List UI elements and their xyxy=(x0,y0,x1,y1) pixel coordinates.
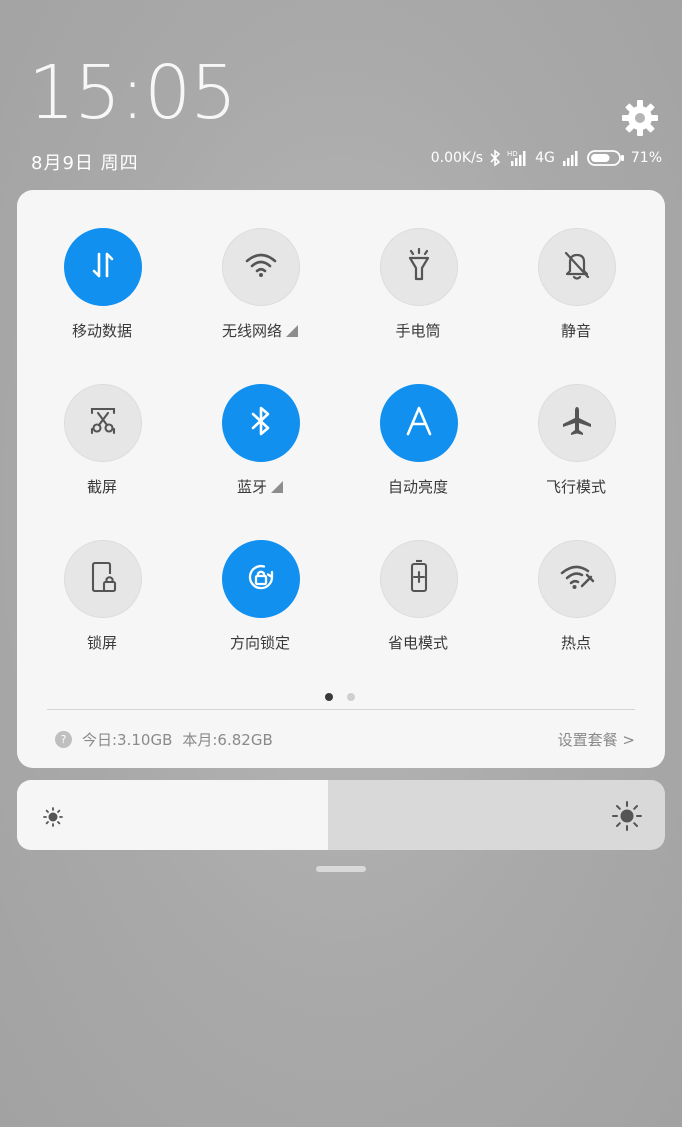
battery-icon xyxy=(586,149,625,167)
bluetooth-icon xyxy=(489,149,501,167)
battery-saver-icon xyxy=(407,559,431,599)
drag-handle[interactable] xyxy=(316,866,366,872)
flashlight-icon xyxy=(404,247,434,286)
toggle-lock-screen-label: 锁屏 xyxy=(86,634,117,652)
toggle-screenshot-circle[interactable] xyxy=(64,384,142,462)
rotation-lock-icon xyxy=(244,560,278,598)
toggle-bluetooth[interactable]: 蓝牙 xyxy=(181,384,339,514)
bell-off-icon xyxy=(562,249,592,285)
airplane-icon xyxy=(561,405,593,441)
page-dot-1[interactable] xyxy=(325,693,333,701)
status-bar: 0.00K/s HD 4G 71% xyxy=(431,148,662,168)
4g-signal-icon xyxy=(561,149,581,167)
toggle-hotspot[interactable]: 热点 xyxy=(497,540,655,670)
toggle-rotation-lock-circle[interactable] xyxy=(222,540,300,618)
toggle-auto-brightness-circle[interactable] xyxy=(380,384,458,462)
hotspot-icon xyxy=(559,562,595,596)
battery-percent: 71% xyxy=(630,150,662,166)
toggle-rotation-lock[interactable]: 方向锁定 xyxy=(181,540,339,670)
hd-signal-icon: HD xyxy=(507,149,529,167)
toggle-mute-label: 静音 xyxy=(560,322,591,340)
phone-lock-icon xyxy=(88,560,118,598)
toggle-lock-screen[interactable]: 锁屏 xyxy=(23,540,181,670)
toggle-airplane-circle[interactable] xyxy=(538,384,616,462)
toggle-screenshot-label: 截屏 xyxy=(86,478,117,496)
net-speed: 0.00K/s xyxy=(430,150,484,166)
clock-time: 15:05 xyxy=(28,50,237,136)
gear-icon[interactable] xyxy=(619,97,661,139)
help-icon[interactable]: ? xyxy=(55,731,72,748)
toggle-mute-circle[interactable] xyxy=(538,228,616,306)
toggle-wifi-label: 无线网络 xyxy=(181,320,339,341)
brightness-low-icon xyxy=(41,805,65,833)
bluetooth-menu-indicator xyxy=(271,481,283,493)
toggle-mobile-data-circle[interactable] xyxy=(64,228,142,306)
toggle-battery-saver[interactable]: 省电模式 xyxy=(339,540,497,670)
toggle-airplane-label: 飞行模式 xyxy=(545,478,606,496)
toggle-hotspot-circle[interactable] xyxy=(538,540,616,618)
brightness-slider[interactable] xyxy=(17,780,665,850)
toggle-flashlight[interactable]: 手电筒 xyxy=(339,228,497,358)
toggle-bluetooth-label: 蓝牙 xyxy=(181,476,339,497)
toggle-auto-brightness[interactable]: 自动亮度 xyxy=(339,384,497,514)
page-indicator[interactable] xyxy=(325,693,355,701)
toggle-wifi[interactable]: 无线网络 xyxy=(181,228,339,358)
usage-today: 今日:3.10GB xyxy=(82,731,173,749)
toggle-mute[interactable]: 静音 xyxy=(497,228,655,358)
toggle-battery-saver-circle[interactable] xyxy=(380,540,458,618)
data-usage: ? 今日:3.10GB 本月:6.82GB xyxy=(55,729,273,750)
bluetooth-icon xyxy=(248,403,274,443)
toggle-bluetooth-circle[interactable] xyxy=(222,384,300,462)
toggle-hotspot-label: 热点 xyxy=(560,634,591,652)
mobile-data-icon xyxy=(88,250,118,284)
set-plan-link[interactable]: 设置套餐 > xyxy=(558,729,635,750)
toggle-mobile-data-label: 移动数据 xyxy=(71,322,132,340)
toggle-lock-screen-circle[interactable] xyxy=(64,540,142,618)
toggle-mobile-data[interactable]: 移动数据 xyxy=(23,228,181,358)
brightness-high-icon xyxy=(611,800,643,836)
toggle-battery-saver-label: 省电模式 xyxy=(387,634,448,652)
toggle-auto-brightness-label: 自动亮度 xyxy=(387,478,448,496)
date-label: 8月9日 周四 xyxy=(31,153,139,174)
wifi-menu-indicator xyxy=(286,325,298,337)
svg-text:HD: HD xyxy=(507,150,518,158)
toggle-wifi-circle[interactable] xyxy=(222,228,300,306)
scissors-icon xyxy=(87,405,119,441)
toggle-rotation-lock-label: 方向锁定 xyxy=(229,634,290,652)
toggle-airplane[interactable]: 飞行模式 xyxy=(497,384,655,514)
toggle-flashlight-label: 手电筒 xyxy=(395,322,441,340)
usage-month: 本月:6.82GB xyxy=(182,731,273,749)
divider xyxy=(47,709,635,710)
page-dot-2[interactable] xyxy=(347,693,355,701)
network-type: 4G xyxy=(535,150,555,166)
letter-a-icon xyxy=(404,405,434,441)
toggle-screenshot[interactable]: 截屏 xyxy=(23,384,181,514)
quick-settings-panel: 移动数据 无线网络 手电筒 静音 截屏 蓝牙 自动亮度 飞行模式 锁屏 方向锁定… xyxy=(17,190,665,768)
wifi-icon xyxy=(244,251,278,283)
toggle-flashlight-circle[interactable] xyxy=(380,228,458,306)
